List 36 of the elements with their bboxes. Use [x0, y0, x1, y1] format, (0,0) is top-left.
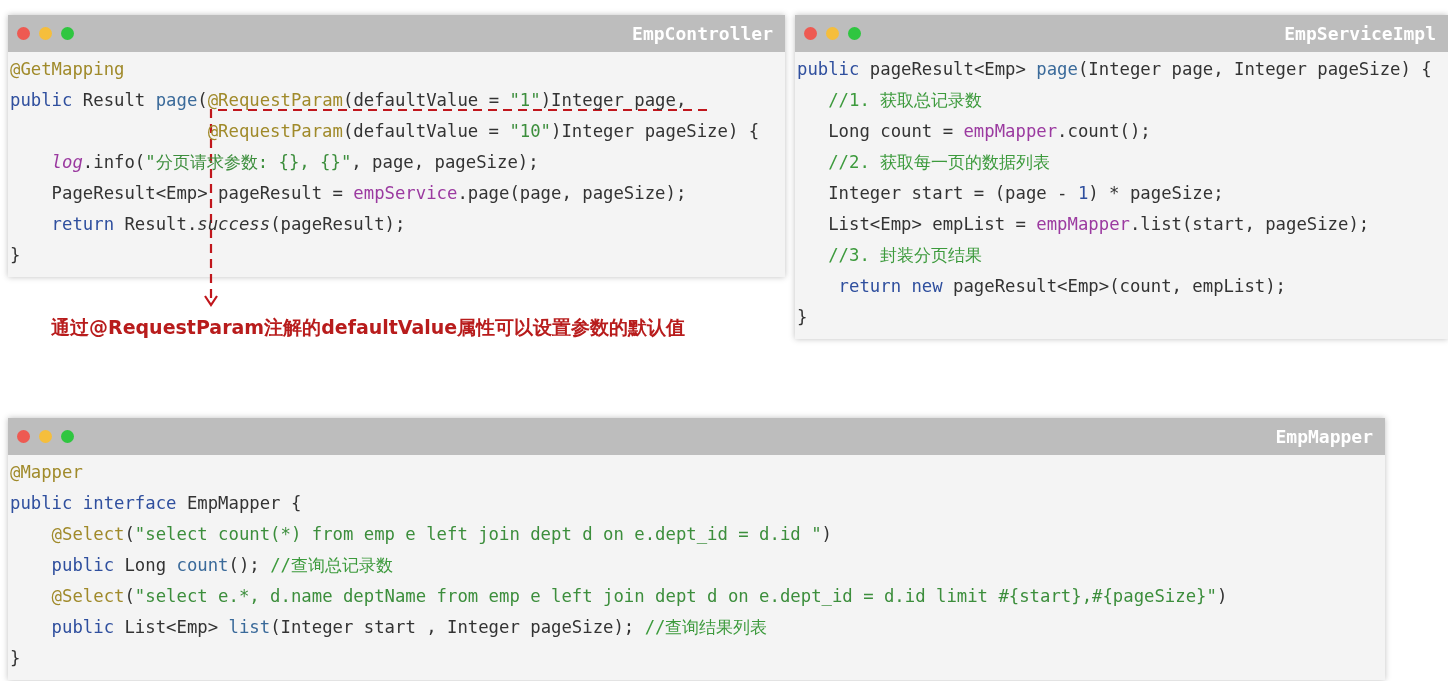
code-line: public pageResult<Emp> page(Integer page, Integer pageSize) { [797, 59, 1432, 79]
code-line: public Long count(); //查询总记录数 [51, 555, 393, 575]
code-line: //3. 封装分页结果 [828, 245, 983, 265]
window-title: EmpServiceImpl [1284, 23, 1436, 44]
close-button[interactable] [17, 27, 30, 40]
code-line: } [797, 307, 808, 327]
code-line: } [10, 648, 21, 668]
code-line: List<Emp> empList = empMapper.list(start, pageSize); [828, 214, 1370, 234]
window-title: EmpMapper [1275, 426, 1373, 447]
code-line: public interface EmpMapper { [10, 493, 302, 513]
code-line: log.info("分页请求参数: {}, {}", page, pageSize); [51, 152, 539, 172]
code-line: return new pageResult<Emp>(count, empList); [838, 276, 1286, 296]
code-line: public List<Emp> list(Integer start , Integer pageSize); //查询结果列表 [51, 617, 768, 637]
code-line: @Mapper [10, 462, 83, 482]
code-line: } [10, 245, 21, 265]
code-line: public Result page(@RequestParam(defaultValue = "1")Integer page, [10, 90, 687, 110]
code-line: @RequestParam(defaultValue = "10")Integer pageSize) { [207, 121, 760, 141]
code-line: //1. 获取总记录数 [828, 90, 983, 110]
maximize-button[interactable] [61, 27, 74, 40]
code-line: Integer start = (page - 1) * pageSize; [828, 183, 1224, 203]
close-button[interactable] [804, 27, 817, 40]
code-line: @GetMapping [10, 59, 125, 79]
minimize-button[interactable] [39, 430, 52, 443]
code-line: //2. 获取每一页的数据列表 [828, 152, 1051, 172]
code-line: @Select("select e.*, d.name deptName from emp e left join dept d on e.dept_id = d.id limit #{start},#{pageSize}") [51, 586, 1228, 606]
annotation-note: 通过@RequestParam注解的defaultValue属性可以设置参数的默认值 [51, 315, 687, 340]
maximize-button[interactable] [848, 27, 861, 40]
code-line: Long count = empMapper.count(); [828, 121, 1151, 141]
minimize-button[interactable] [826, 27, 839, 40]
close-button[interactable] [17, 430, 30, 443]
code-line: return Result.success(pageResult); [51, 214, 406, 234]
code-line: PageResult<Emp> pageResult = empService.page(page, pageSize); [51, 183, 687, 203]
window-title: EmpController [632, 23, 773, 44]
minimize-button[interactable] [39, 27, 52, 40]
maximize-button[interactable] [61, 430, 74, 443]
code-line: @Select("select count(*) from emp e left join dept d on e.dept_id = d.id ") [51, 524, 832, 544]
